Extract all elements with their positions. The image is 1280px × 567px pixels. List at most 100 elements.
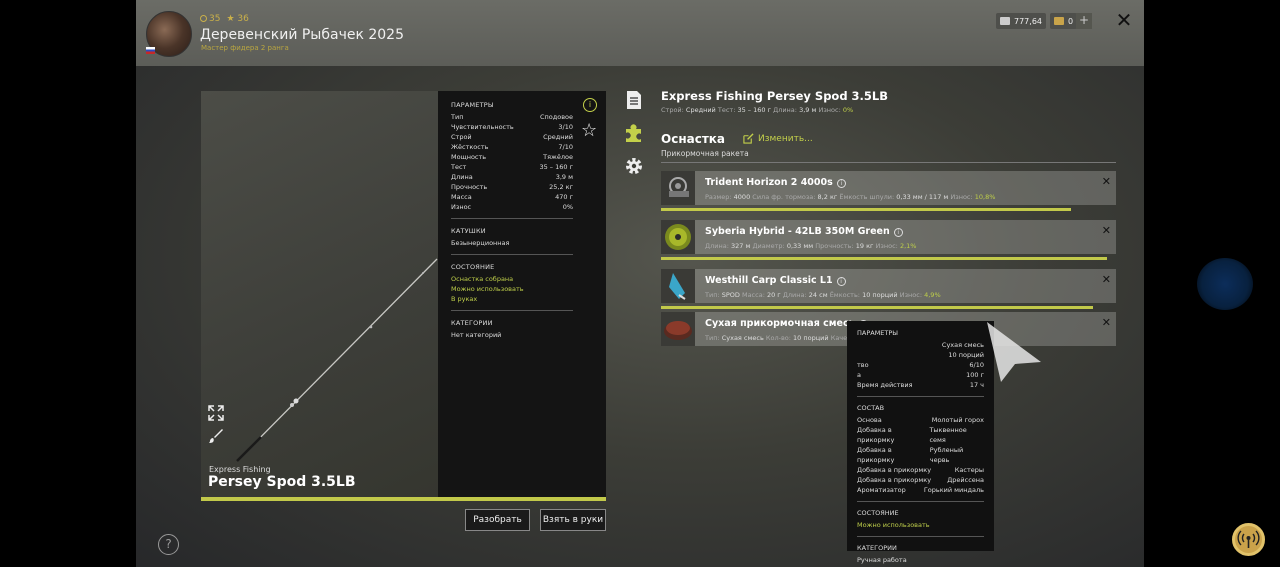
take-in-hands-button[interactable]: Взять в руки <box>540 509 606 531</box>
rig-type: Прикормочная ракета <box>661 149 749 158</box>
rod-preview <box>201 91 438 497</box>
param-row: Мощность Тяжёлое <box>451 152 573 162</box>
tooltip-param-row: 10 порций <box>857 350 984 360</box>
rod-image <box>236 258 438 462</box>
flag-icon <box>146 47 155 54</box>
item-condition-bar <box>661 257 1107 260</box>
param-row: Тип Сподовое <box>451 112 573 122</box>
param-row: Жёсткость 7/10 <box>451 142 573 152</box>
rig-item[interactable]: Syberia Hybrid - 42LB 350M Green i Длина: … <box>661 220 1116 260</box>
param-label: Жёсткость <box>451 143 489 151</box>
rig-item[interactable]: Trident Horizon 2 4000s i Размер: 4000 Сил… <box>661 171 1116 211</box>
tooltip-params-heading: ПАРАМЕТРЫ <box>857 329 899 337</box>
divider <box>857 501 984 502</box>
remove-item-button[interactable]: ✕ <box>1102 273 1111 286</box>
param-label: Износ <box>451 203 472 211</box>
item-condition-bar <box>661 208 1071 211</box>
rod-summary: Строй: Средний Тест: 35 – 160 г Длина: 3… <box>661 106 854 114</box>
composition-label: Добавка в прикормку <box>857 446 895 464</box>
composition-row: Добавка в прикормку Тыквенное семя <box>857 425 984 445</box>
item-details: Тип: SPOD Масса: 20 г Длина: 24 см Ёмкос… <box>705 291 941 299</box>
state-in-hands: В руках <box>451 295 478 303</box>
expand-icon[interactable] <box>208 405 224 421</box>
favorite-star-icon[interactable]: ☆ <box>581 120 597 141</box>
param-value: 3/10 <box>558 123 573 131</box>
document-icon[interactable] <box>623 89 645 111</box>
disassemble-button[interactable]: Разобрать <box>465 509 530 531</box>
composition-label: Добавка в прикормку <box>857 466 932 474</box>
composition-row: Основа Молотый горох <box>857 415 984 425</box>
param-value: Сподовое <box>539 113 573 121</box>
help-icon[interactable]: ? <box>158 534 179 555</box>
inventory-window: 35 ★ 36 Деревенский Рыбачек 2025 Мастер … <box>136 0 1144 567</box>
composition-row: Добавка в прикормку Дрейссена <box>857 475 984 485</box>
divider <box>451 218 573 219</box>
info-icon[interactable]: i <box>836 179 846 188</box>
tooltip-composition-list: Основа Молотый горох Добавка в прикормку Ты… <box>857 415 984 495</box>
broadcast-icon[interactable] <box>1232 523 1265 556</box>
param-row: Строй Средний <box>451 132 573 142</box>
gear-icon[interactable] <box>623 155 645 177</box>
divider <box>451 310 573 311</box>
overlay-button-blue[interactable] <box>1197 258 1253 310</box>
info-icon[interactable]: i <box>583 98 597 112</box>
param-row: Чувствительность 3/10 <box>451 122 573 132</box>
composition-row: Добавка в прикормку Кастеры <box>857 465 984 475</box>
param-value: 25,2 кг <box>549 183 573 191</box>
item-details: Длина: 327 м Диаметр: 0,33 мм Прочность:… <box>705 242 917 250</box>
reels-heading: КАТУШКИ <box>451 227 486 235</box>
tooltip-param-row: а 100 г <box>857 370 984 380</box>
item-name: Syberia Hybrid - 42LB 350M Green i <box>705 226 903 237</box>
close-button[interactable]: ✕ <box>1114 10 1134 30</box>
puzzle-icon[interactable] <box>623 122 645 144</box>
info-icon[interactable]: i <box>893 228 903 237</box>
spod-icon <box>661 269 695 303</box>
tooltip-param-value: 6/10 <box>969 361 984 369</box>
param-label: Длина <box>451 173 473 181</box>
item-details: Тип: Сухая смесь Кол-во: 10 порций Качес… <box>705 334 855 342</box>
param-value: 0% <box>562 203 573 211</box>
categories-heading: КАТЕГОРИИ <box>451 319 493 327</box>
remove-item-button[interactable]: ✕ <box>1102 175 1111 188</box>
username: Деревенский Рыбачек 2025 <box>200 27 404 43</box>
composition-value: Горький миндаль <box>923 486 984 494</box>
item-name: Westhill Carp Classic L1 i <box>705 275 846 286</box>
edit-rig-button[interactable]: Изменить... <box>743 133 813 144</box>
composition-label: Добавка в прикормку <box>857 426 895 444</box>
item-condition-bar <box>661 306 1094 309</box>
player-rank: Мастер фидера 2 ранга <box>201 44 289 52</box>
bait-tooltip: ПАРАМЕТРЫ Сухая смесь 10 порций тво 6/10 а 10… <box>847 321 994 564</box>
info-icon[interactable]: i <box>836 277 846 286</box>
reels-value: Безынерционная <box>451 239 510 247</box>
tooltip-param-label: а <box>857 371 861 379</box>
tooltip-state-heading: СОСТОЯНИЕ <box>857 509 899 517</box>
paint-brush-icon[interactable] <box>208 428 224 444</box>
remove-item-button[interactable]: ✕ <box>1102 224 1111 237</box>
param-label: Чувствительность <box>451 123 514 131</box>
gold-balance: 0 <box>1050 13 1078 29</box>
state-usable: Можно использовать <box>451 285 524 293</box>
composition-value: Рубленый червь <box>929 446 964 464</box>
remove-item-button[interactable]: ✕ <box>1102 316 1111 329</box>
edit-icon <box>743 133 754 144</box>
side-toolbar <box>623 89 645 188</box>
item-name: Trident Horizon 2 4000s i <box>705 177 846 188</box>
rod-condition-bar <box>201 497 606 501</box>
tooltip-param-value: 10 порций <box>948 351 984 359</box>
param-row: Длина 3,9 м <box>451 172 573 182</box>
add-currency-button[interactable]: + <box>1076 13 1092 29</box>
param-value: Средний <box>543 133 573 141</box>
gold-icon <box>1054 17 1064 25</box>
composition-label: Ароматизатор <box>857 486 906 494</box>
tooltip-param-value: Сухая смесь <box>941 341 984 349</box>
rod-name: Persey Spod 3.5LB <box>208 474 356 490</box>
tooltip-param-row: тво 6/10 <box>857 360 984 370</box>
reel-icon <box>661 171 695 205</box>
divider <box>857 396 984 397</box>
tooltip-param-row: Сухая смесь <box>857 340 984 350</box>
composition-value: Кастеры <box>954 466 984 474</box>
coin-icon <box>200 15 207 22</box>
top-bar: 35 ★ 36 Деревенский Рыбачек 2025 Мастер … <box>136 0 1144 66</box>
rod-brand: Express Fishing <box>209 465 271 474</box>
rig-item[interactable]: Westhill Carp Classic L1 i Тип: SPOD Масса… <box>661 269 1116 309</box>
